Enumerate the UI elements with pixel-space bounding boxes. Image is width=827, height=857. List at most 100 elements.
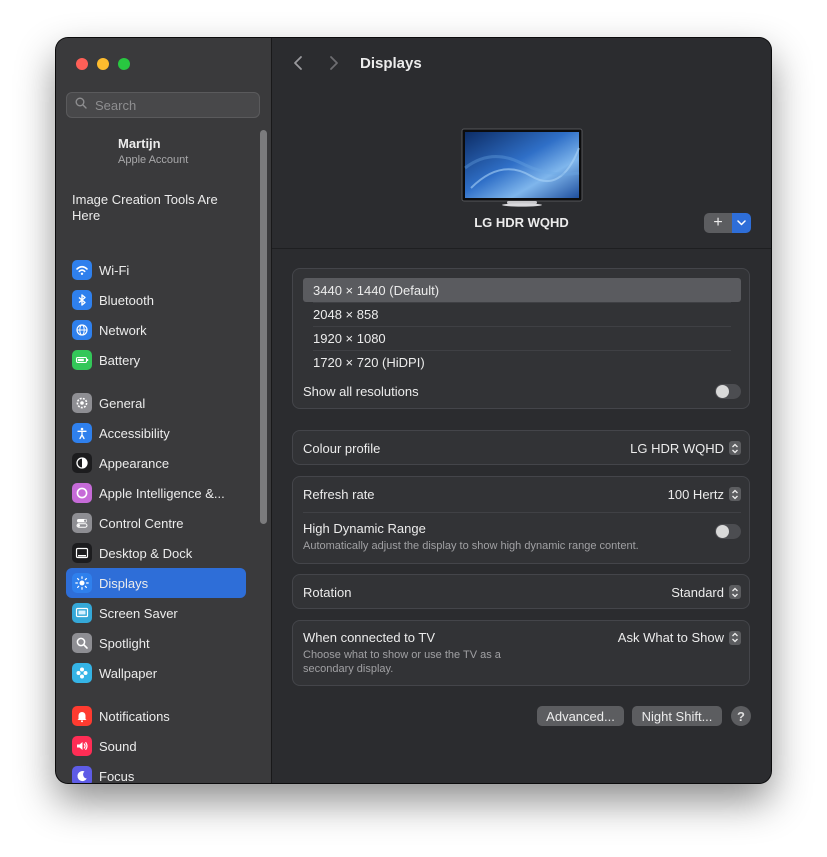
- show-all-resolutions-toggle[interactable]: [715, 383, 741, 399]
- sidebar-item-label: Battery: [99, 352, 141, 368]
- colour-profile-panel: Colour profile LG HDR WQHD: [292, 430, 750, 465]
- sidebar-item-label: Notifications: [99, 708, 170, 724]
- divider: [313, 350, 731, 351]
- monitor-image[interactable]: [461, 128, 583, 208]
- night-shift-button[interactable]: Night Shift...: [632, 706, 722, 726]
- search-input[interactable]: [93, 96, 257, 114]
- sidebar-item-label: Spotlight: [99, 635, 150, 651]
- sidebar-item-wallpaper[interactable]: Wallpaper: [66, 658, 246, 688]
- dock-icon: [72, 543, 92, 563]
- add-display-button[interactable]: +: [704, 213, 732, 233]
- sidebar-item-displays[interactable]: Displays: [66, 568, 246, 598]
- sidebar-item-general[interactable]: General: [66, 388, 246, 418]
- moon-icon: [72, 766, 92, 783]
- sidebar-item-desktop-dock[interactable]: Desktop & Dock: [66, 538, 246, 568]
- refresh-rate-label: Refresh rate: [303, 486, 375, 502]
- wifi-icon: [72, 260, 92, 280]
- sidebar-item-sound[interactable]: Sound: [66, 731, 246, 761]
- search-field[interactable]: [66, 92, 260, 118]
- sidebar-item-notifications[interactable]: Notifications: [66, 701, 246, 731]
- apple-intelligence-icon: [72, 483, 92, 503]
- sun-icon: [72, 573, 92, 593]
- sidebar-item-appearance[interactable]: Appearance: [66, 448, 246, 478]
- rotation-popup[interactable]: Standard: [671, 585, 741, 600]
- resolution-panel: 3440 × 1440 (Default) 2048 × 858 1920 × 10…: [292, 268, 750, 409]
- sidebar-item-battery[interactable]: Battery: [66, 345, 246, 375]
- divider: [303, 512, 741, 513]
- sidebar-item-label: Screen Saver: [99, 605, 178, 621]
- divider: [313, 302, 731, 303]
- advanced-button[interactable]: Advanced...: [537, 706, 624, 726]
- sidebar-item-network[interactable]: Network: [66, 315, 246, 345]
- forward-button[interactable]: [324, 53, 342, 73]
- sidebar-item-accessibility[interactable]: Accessibility: [66, 418, 246, 448]
- sidebar-item-label: Sound: [99, 738, 137, 754]
- add-display-control[interactable]: +: [704, 213, 751, 233]
- tv-popup[interactable]: Ask What to Show: [618, 630, 741, 645]
- bell-icon: [72, 706, 92, 726]
- appearance-icon: [72, 453, 92, 473]
- control-centre-icon: [72, 513, 92, 533]
- sidebar-item-label: Displays: [99, 575, 149, 591]
- tv-label: When connected to TV: [303, 630, 436, 645]
- help-button[interactable]: ?: [731, 706, 751, 726]
- sidebar-scrollbar[interactable]: [260, 130, 267, 524]
- sidebar-item-label: Bluetooth: [99, 292, 154, 308]
- chevron-down-icon: [737, 220, 746, 226]
- sidebar-item-label: Wi-Fi: [99, 262, 130, 278]
- rotation-value: Standard: [671, 584, 724, 600]
- sidebar-item-apple-intelligence[interactable]: Apple Intelligence &...: [66, 478, 246, 508]
- window-controls: [76, 58, 130, 70]
- toolbar: Displays: [272, 38, 771, 90]
- settings-window: Martijn Apple Account Image Creation Too…: [56, 38, 771, 783]
- globe-icon: [72, 320, 92, 340]
- account-name: Martijn: [118, 136, 161, 151]
- chevron-left-icon: [294, 56, 302, 70]
- plus-icon: +: [713, 214, 723, 231]
- sidebar-item-bluetooth[interactable]: Bluetooth: [66, 285, 246, 315]
- sidebar-item-label: Accessibility: [99, 425, 170, 441]
- page-title: Displays: [360, 55, 422, 72]
- sidebar-item-label: Appearance: [99, 455, 170, 471]
- zoom-button[interactable]: [118, 58, 130, 70]
- minimize-button[interactable]: [97, 58, 109, 70]
- promo-link[interactable]: Image Creation Tools Are Here: [72, 192, 222, 224]
- wallpaper-icon: [72, 663, 92, 683]
- colour-profile-value: LG HDR WQHD: [630, 440, 724, 456]
- hdr-toggle[interactable]: [715, 524, 741, 539]
- updown-chevron-icon: [729, 441, 741, 455]
- resolution-option[interactable]: 1720 × 720 (HiDPI): [303, 350, 741, 374]
- resolution-option[interactable]: 1920 × 1080: [303, 326, 741, 350]
- sidebar-item-label: Control Centre: [99, 515, 184, 531]
- apple-account[interactable]: Martijn Apple Account: [118, 136, 188, 166]
- show-all-resolutions-label: Show all resolutions: [303, 383, 419, 399]
- hdr-row: High Dynamic Range Automatically adjust …: [303, 521, 741, 555]
- close-button[interactable]: [76, 58, 88, 70]
- display-name: LG HDR WQHD: [474, 215, 569, 230]
- sidebar: Martijn Apple Account Image Creation Too…: [56, 38, 272, 783]
- resolution-option[interactable]: 2048 × 858: [303, 302, 741, 326]
- sidebar-item-spotlight[interactable]: Spotlight: [66, 628, 246, 658]
- sidebar-item-label: Apple Intelligence &...: [99, 485, 225, 501]
- add-display-menu-button[interactable]: [732, 213, 751, 233]
- refresh-rate-popup[interactable]: 100 Hertz: [668, 487, 741, 502]
- account-subtitle: Apple Account: [118, 154, 189, 166]
- tv-value: Ask What to Show: [617, 630, 724, 645]
- updown-chevron-icon: [729, 585, 741, 599]
- main-content: Displays LG HDR WQHD + 3440 × 1440 (Defa…: [272, 38, 771, 783]
- bluetooth-icon: [72, 290, 92, 310]
- sidebar-item-focus[interactable]: Focus: [66, 761, 246, 783]
- gear-icon: [72, 393, 92, 413]
- sidebar-item-control-centre[interactable]: Control Centre: [66, 508, 246, 538]
- sidebar-item-wi-fi[interactable]: Wi-Fi: [66, 255, 246, 285]
- hdr-label: High Dynamic Range: [303, 521, 426, 536]
- colour-profile-label: Colour profile: [303, 440, 381, 456]
- colour-profile-row: Colour profile LG HDR WQHD: [303, 439, 741, 457]
- sidebar-item-label: Focus: [99, 768, 135, 784]
- spotlight-icon: [72, 633, 92, 653]
- resolution-option[interactable]: 3440 × 1440 (Default): [303, 278, 741, 302]
- colour-profile-popup[interactable]: LG HDR WQHD: [630, 441, 741, 456]
- sidebar-item-label: Desktop & Dock: [99, 545, 193, 561]
- sidebar-item-screen-saver[interactable]: Screen Saver: [66, 598, 246, 628]
- back-button[interactable]: [290, 53, 308, 73]
